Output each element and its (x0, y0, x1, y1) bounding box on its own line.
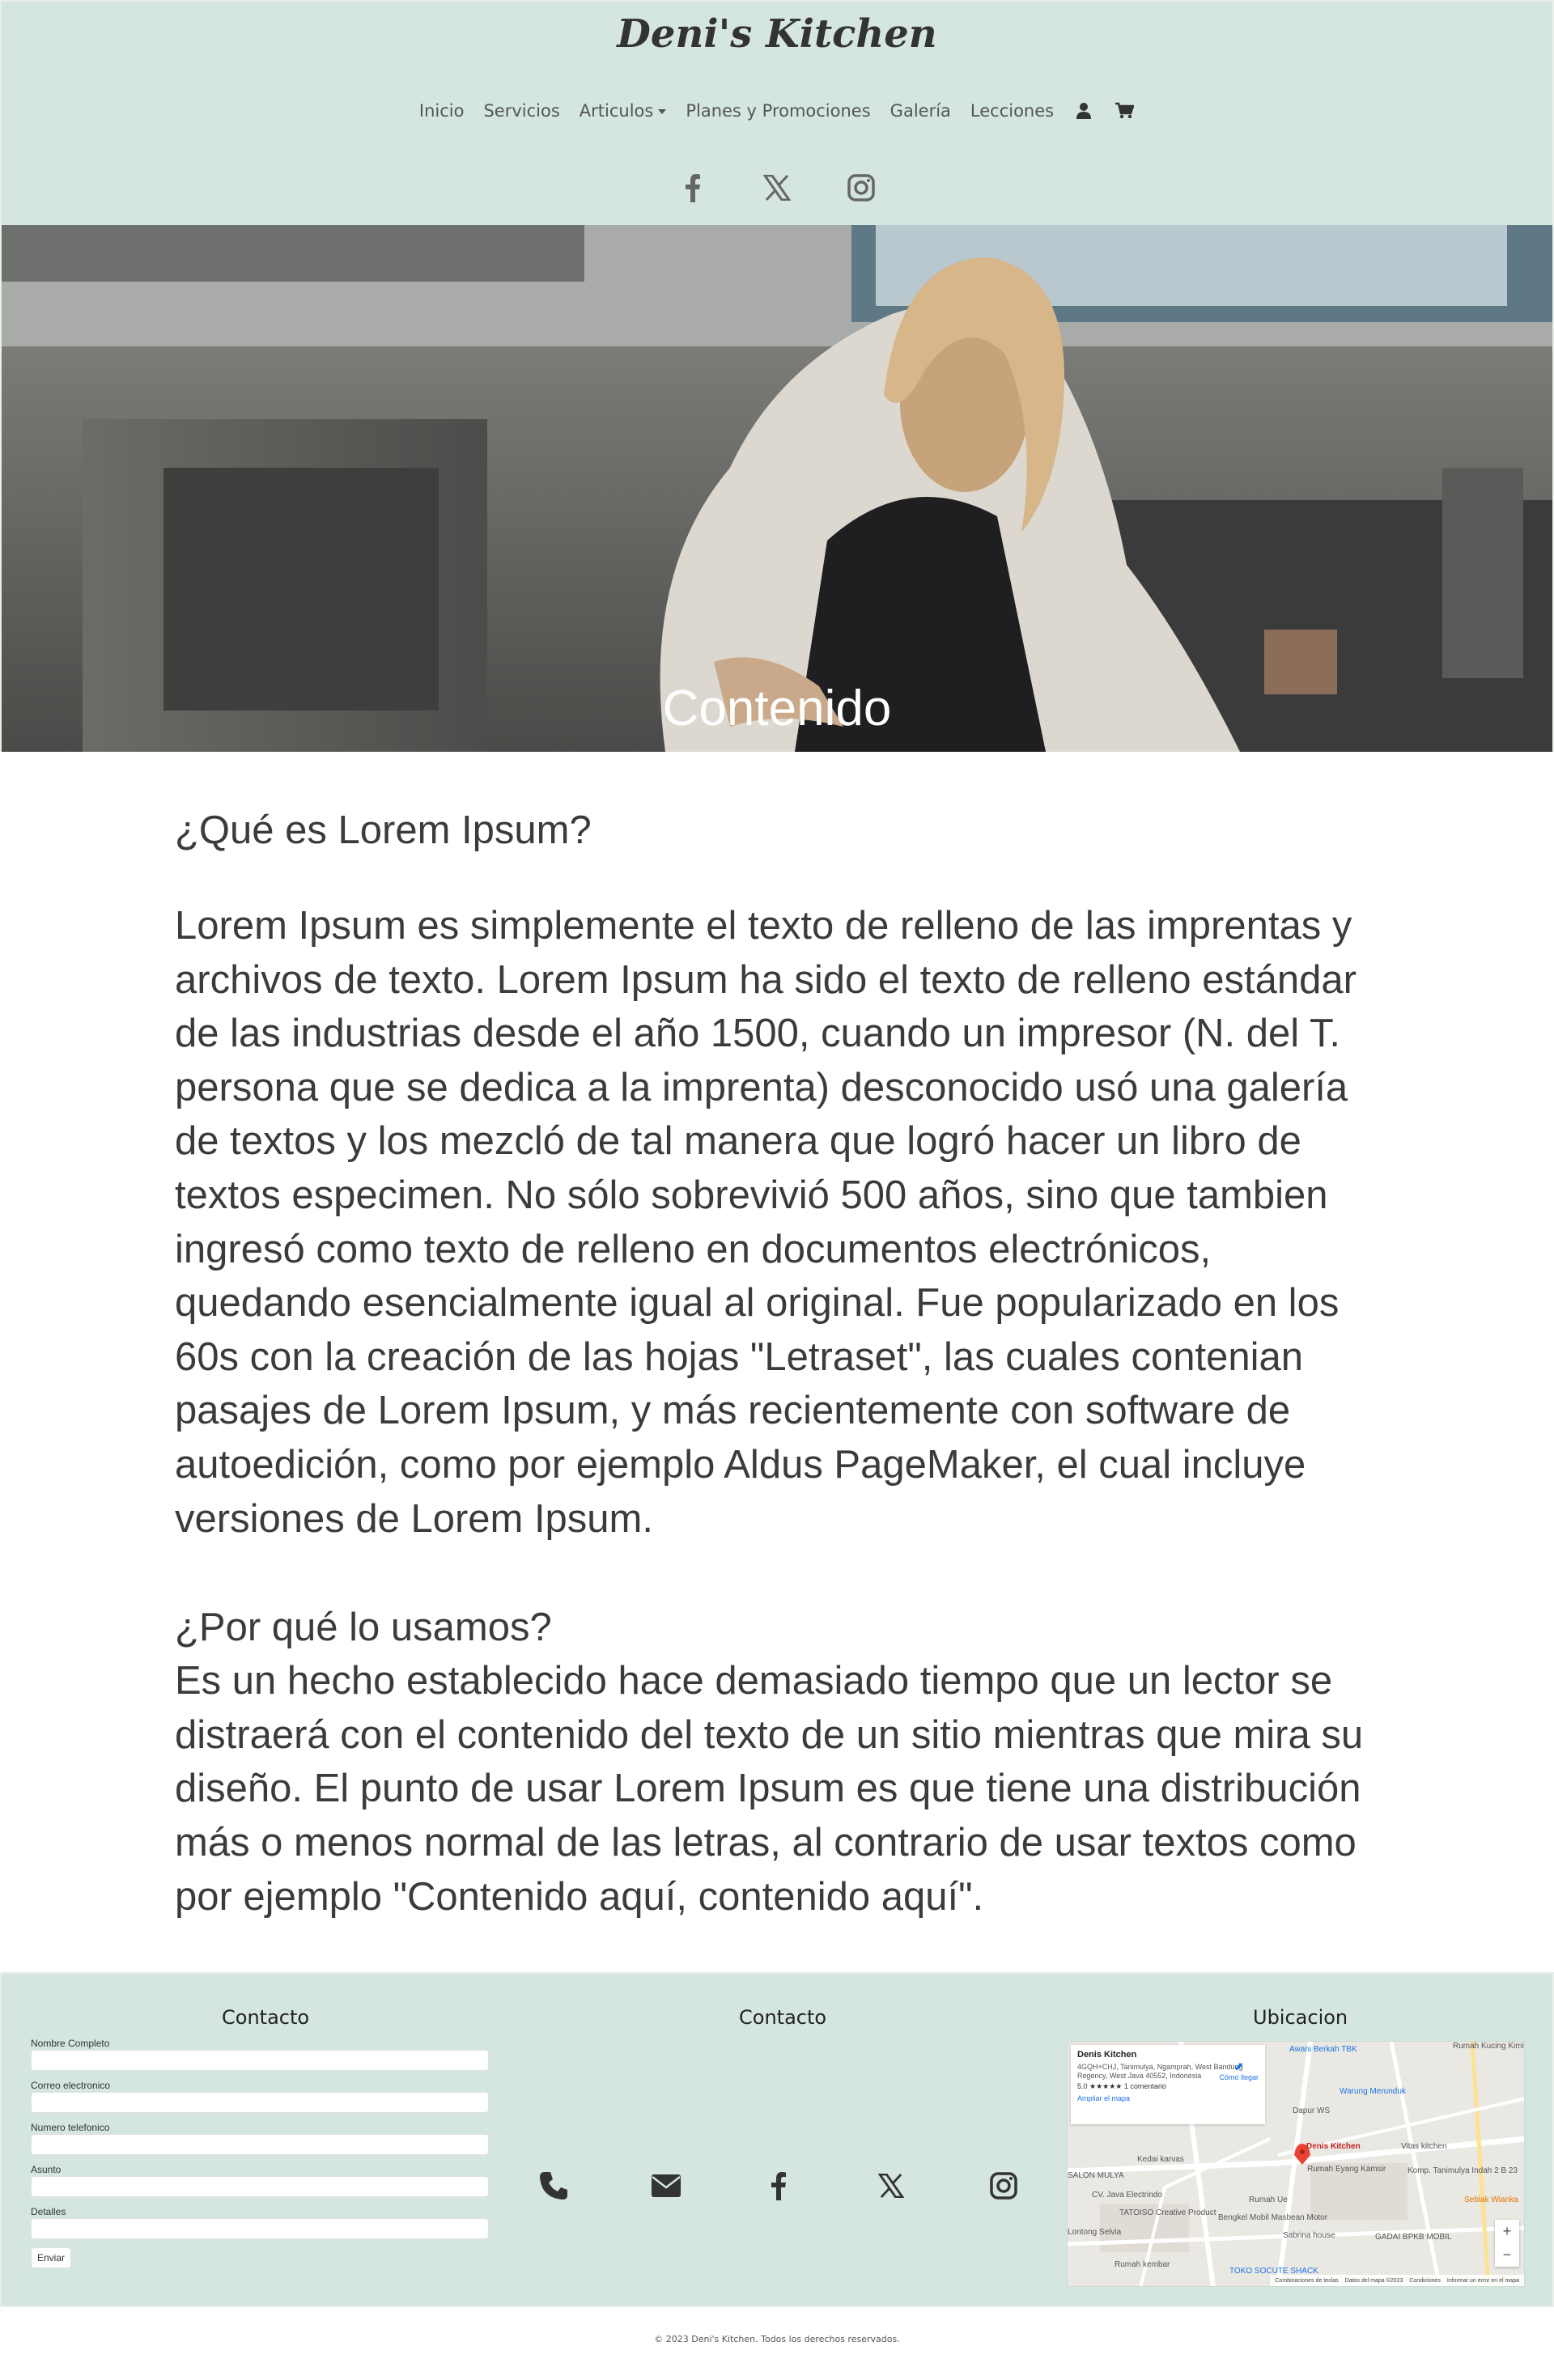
map-place-label: TATOISO Creative Product (1119, 2208, 1216, 2217)
map-directions-link[interactable]: ⬈ Cómo llegar (1219, 2060, 1259, 2081)
map-footer-data: Datos del mapa ©2023 (1344, 2277, 1403, 2284)
map-place-label: GADAI BPKB MOBIL (1375, 2233, 1452, 2242)
map-footer-report[interactable]: Informar un error en el mapa (1447, 2278, 1519, 2284)
footer-contact-icons (536, 2168, 1021, 2204)
map-place-label: Rumah kembar (1115, 2260, 1170, 2269)
nav-articulos-dropdown[interactable]: Articulos (580, 101, 667, 121)
label-telefono: Numero telefonico (31, 2122, 110, 2133)
copyright: © 2023 Deni's Kitchen. Todos los derecho… (654, 2334, 900, 2344)
instagram-icon[interactable] (986, 2168, 1021, 2204)
user-icon[interactable] (1073, 100, 1094, 121)
map-place-label: Awani Berkah TBK (1289, 2045, 1357, 2054)
main-nav: Inicio Servicios Articulos Planes y Prom… (2, 100, 1552, 121)
input-detalles[interactable] (31, 2218, 489, 2239)
location-map[interactable]: Denis Kitchen 4GQH+CHJ, Tanimulya, Ngamp… (1067, 2041, 1525, 2287)
map-place-label: Rumah Eyang Kamsir (1307, 2165, 1386, 2174)
site-footer: Contacto Contacto Ubicacion Nombre Compl… (0, 1972, 1554, 2307)
label-asunto: Asunto (31, 2164, 62, 2175)
footer-contact-title: Contacto (739, 2006, 827, 2029)
map-place-label: Sabrina house (1283, 2231, 1335, 2240)
nav-articulos-label: Articulos (579, 101, 654, 121)
map-place-name: Denis Kitchen (1077, 2050, 1137, 2060)
label-correo: Correo electronico (31, 2080, 111, 2091)
heading-que-es: ¿Qué es Lorem Ipsum? (175, 808, 592, 852)
map-place-label: Lontong Selvia (1068, 2228, 1122, 2237)
map-place-label: Seblak Wianka (1464, 2195, 1518, 2204)
label-nombre: Nombre Completo (31, 2038, 110, 2049)
label-detalles: Detalles (31, 2206, 66, 2217)
hero-title: Contenido (662, 681, 892, 736)
site-header: Deni's Kitchen Inicio Servicios Articulo… (0, 0, 1554, 225)
map-place-label: Bengkel Mobil Masbean Motor (1218, 2213, 1328, 2222)
map-place-label: Rumah Kucing Kimi (1453, 2042, 1524, 2051)
submit-button[interactable]: Enviar (31, 2247, 71, 2268)
map-place-card: Denis Kitchen 4GQH+CHJ, Tanimulya, Ngamp… (1071, 2045, 1265, 2124)
zoom-out-icon[interactable]: − (1503, 2246, 1512, 2263)
input-nombre[interactable] (31, 2050, 489, 2071)
map-place-label: Rumah Ue (1249, 2195, 1288, 2204)
zoom-in-icon[interactable]: + (1503, 2223, 1512, 2240)
input-telefono[interactable] (31, 2134, 489, 2155)
envelope-icon[interactable] (648, 2168, 684, 2204)
brand-logo[interactable]: Deni's Kitchen (2, 11, 1552, 57)
caret-down-icon (658, 109, 667, 114)
nav-planes[interactable]: Planes y Promociones (686, 101, 870, 121)
footer-contact-form-title: Contacto (222, 2006, 310, 2029)
nav-inicio[interactable]: Inicio (419, 101, 465, 121)
cart-icon[interactable] (1114, 100, 1135, 121)
nav-galeria[interactable]: Galería (890, 101, 951, 121)
heading-por-que: ¿Por qué lo usamos? (175, 1606, 552, 1650)
map-footer: Combinaciones de teclas Datos del mapa ©… (1270, 2275, 1524, 2286)
map-place-label: Kedai karvas (1137, 2155, 1184, 2164)
input-correo[interactable] (31, 2092, 489, 2113)
map-zoom-controls: + − (1495, 2220, 1519, 2267)
facebook-icon[interactable] (677, 172, 709, 204)
social-links-top (2, 172, 1552, 204)
x-icon[interactable] (761, 172, 793, 204)
map-footer-terms[interactable]: Condiciones (1409, 2278, 1441, 2284)
main-content: ¿Qué es Lorem Ipsum? Lorem Ipsum es simp… (0, 804, 1554, 1924)
paragraph-2: Es un hecho establecido hace demasiado t… (175, 1659, 1364, 1919)
x-icon[interactable] (873, 2168, 909, 2204)
map-place-rating: 5.0 ★★★★★ 1 comentario (1077, 2082, 1166, 2090)
contact-form: Nombre Completo Correo electronico Numer… (31, 2037, 492, 2268)
map-place-label: Komp. Tanimulya Indah 2 B 23 (1408, 2166, 1518, 2175)
footer-location-title: Ubicacion (1253, 2006, 1348, 2029)
map-enlarge-link[interactable]: Ampliar el mapa (1077, 2094, 1259, 2102)
nav-lecciones[interactable]: Lecciones (970, 101, 1054, 121)
map-place-label: Warung Merunduk (1340, 2087, 1406, 2096)
map-place-label: Vitas kitchen (1401, 2142, 1447, 2151)
map-place-label: Dapur WS (1293, 2106, 1331, 2115)
map-place-label: SALON MULYA (1068, 2171, 1124, 2180)
hero-banner: Contenido (0, 225, 1554, 752)
hero-image-chef (2, 225, 1552, 752)
map-pin-label: Denis Kitchen (1306, 2142, 1361, 2151)
map-directions-label: Cómo llegar (1219, 2073, 1259, 2081)
instagram-icon[interactable] (845, 172, 877, 204)
map-place-label: CV. Java Electrindo (1092, 2191, 1162, 2200)
paragraph-1: Lorem Ipsum es simplemente el texto de r… (175, 904, 1357, 1541)
input-asunto[interactable] (31, 2176, 489, 2197)
directions-icon: ⬈ (1233, 2060, 1244, 2072)
map-footer-shortcuts[interactable]: Combinaciones de teclas (1275, 2278, 1338, 2284)
phone-icon[interactable] (536, 2168, 571, 2204)
facebook-icon[interactable] (761, 2168, 796, 2204)
nav-servicios[interactable]: Servicios (483, 101, 559, 121)
